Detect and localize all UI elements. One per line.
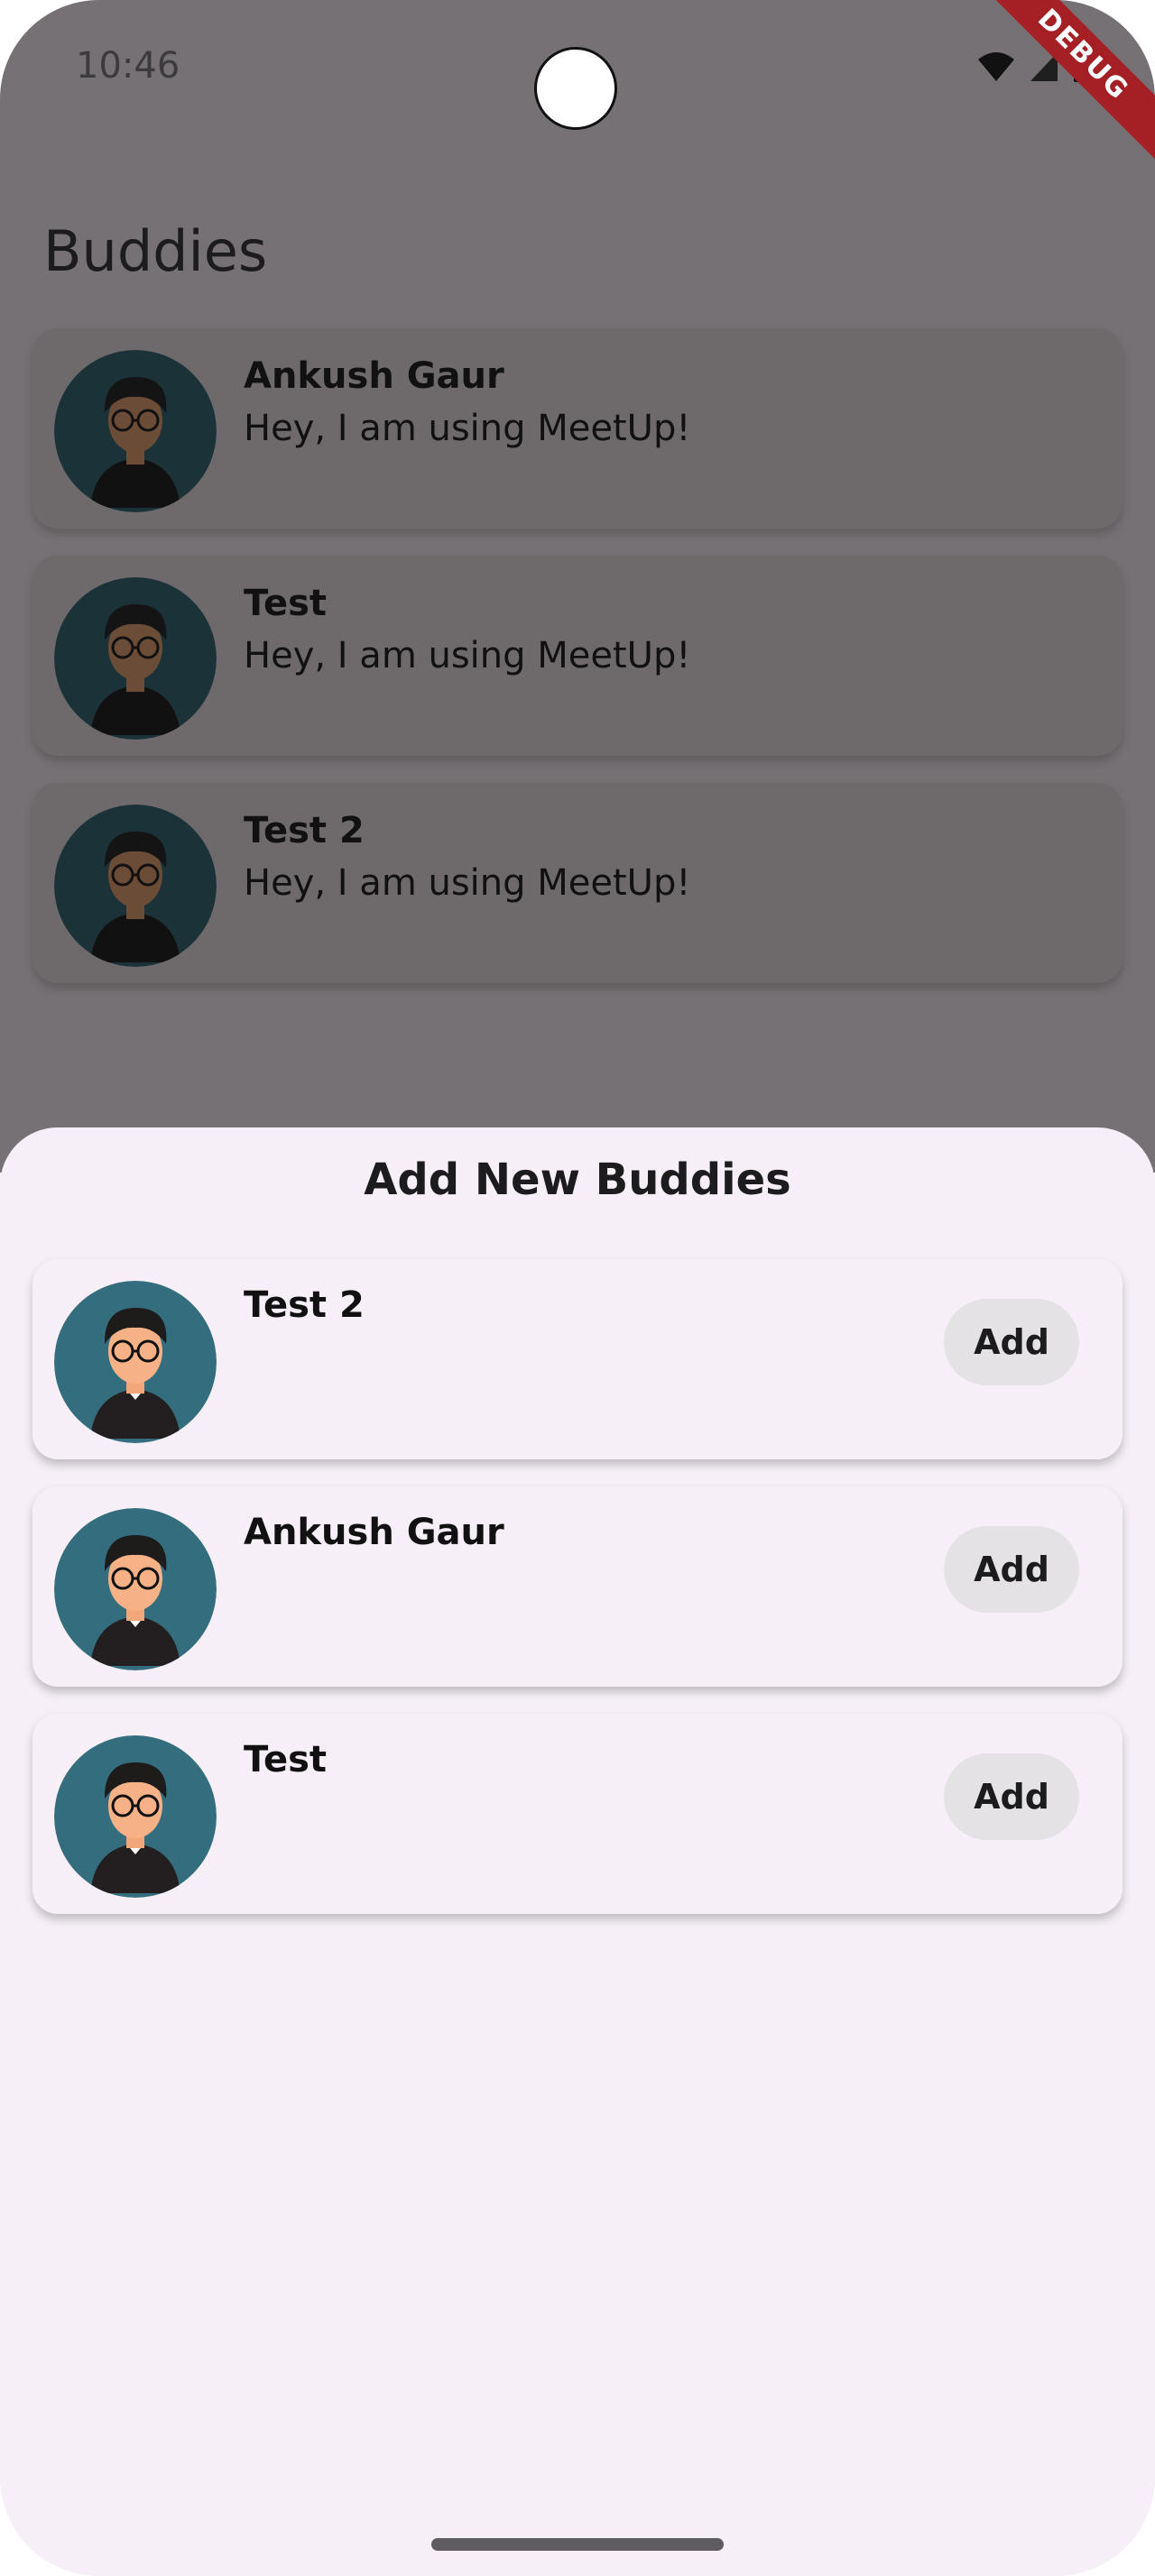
- home-indicator[interactable]: [431, 2538, 724, 2551]
- sheet-title: Add New Buddies: [364, 1155, 791, 1205]
- avatar-icon: [54, 577, 217, 740]
- buddy-name: Test 2: [244, 810, 365, 851]
- avatar: [54, 577, 217, 740]
- buddy-status: Hey, I am using MeetUp!: [244, 408, 691, 449]
- wifi-icon: [978, 52, 1014, 81]
- buddy-card[interactable]: Test Hey, I am using MeetUp!: [32, 556, 1123, 756]
- candidate-card: Ankush Gaur Add: [32, 1486, 1123, 1687]
- avatar: [54, 1508, 217, 1670]
- avatar: [54, 805, 217, 967]
- buddy-status: Hey, I am using MeetUp!: [244, 862, 691, 904]
- add-buddy-button[interactable]: Add: [944, 1299, 1079, 1385]
- status-time: 10:46: [76, 45, 180, 87]
- avatar-icon: [54, 805, 217, 967]
- add-buddy-button[interactable]: Add: [944, 1753, 1079, 1840]
- buddy-card[interactable]: Ankush Gaur Hey, I am using MeetUp!: [32, 328, 1123, 529]
- avatar: [54, 1735, 217, 1898]
- candidate-card: Test 2 Add: [32, 1259, 1123, 1459]
- avatar-icon: [54, 1735, 217, 1898]
- app-screen: 10:46 DEBUG Buddies Ankush Gaur Hey, I a…: [0, 0, 1155, 2576]
- add-buddy-button[interactable]: Add: [944, 1526, 1079, 1613]
- buddy-name: Ankush Gaur: [244, 355, 504, 397]
- page-title: Buddies: [43, 217, 268, 284]
- buddy-card[interactable]: Test 2 Hey, I am using MeetUp!: [32, 783, 1123, 983]
- avatar: [54, 350, 217, 512]
- buddy-status: Hey, I am using MeetUp!: [244, 635, 691, 676]
- avatar-icon: [54, 1508, 217, 1670]
- status-bar: 10:46 DEBUG: [0, 0, 1155, 167]
- avatar-icon: [54, 1281, 217, 1443]
- camera-cutout: [534, 47, 617, 130]
- candidate-name: Test: [244, 1739, 328, 1780]
- candidate-name: Test 2: [244, 1284, 365, 1326]
- candidate-card: Test Add: [32, 1714, 1123, 1914]
- candidate-name: Ankush Gaur: [244, 1512, 504, 1553]
- add-buddies-bottom-sheet: Add New Buddies Test 2 Add Ankush Gaur A…: [0, 1127, 1155, 2576]
- avatar: [54, 1281, 217, 1443]
- avatar-icon: [54, 350, 217, 512]
- buddy-name: Test: [244, 583, 328, 624]
